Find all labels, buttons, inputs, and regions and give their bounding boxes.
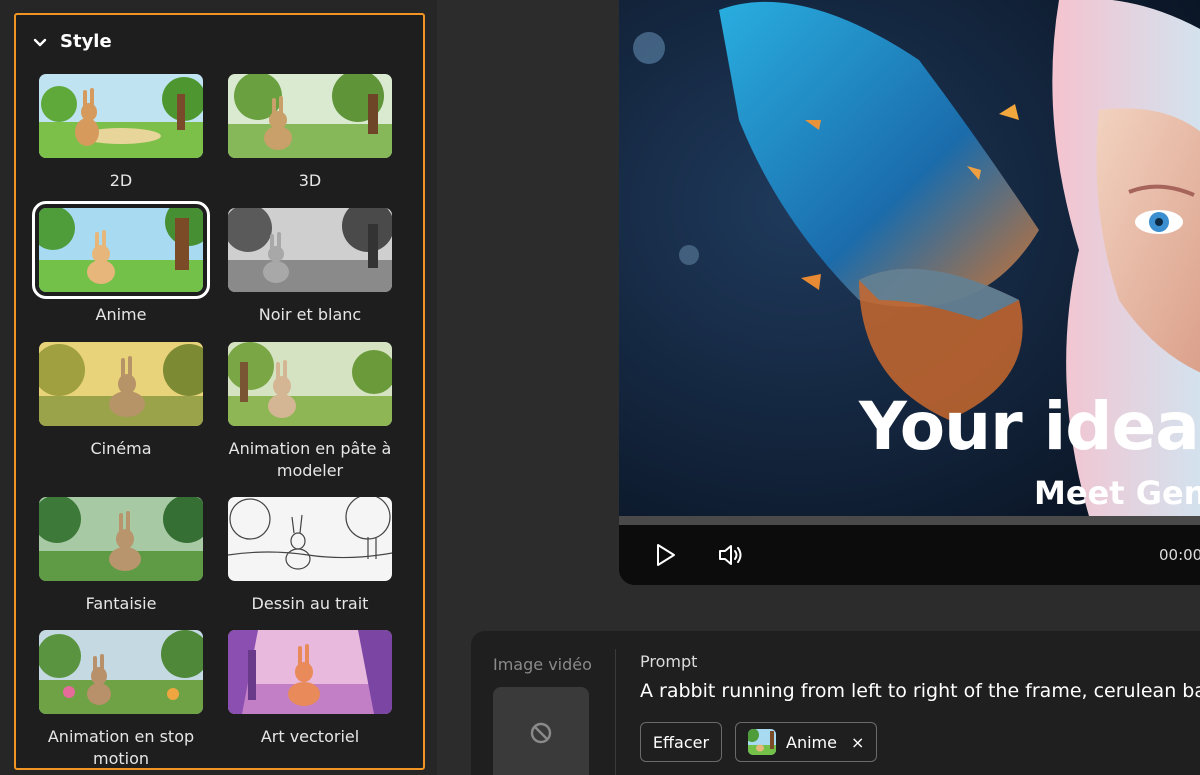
- video-progress-bar[interactable]: [619, 516, 1200, 525]
- video-controls: 00:00: [619, 525, 1200, 585]
- style-thumbnail: [228, 74, 392, 158]
- image-video-label: Image vidéo: [493, 655, 592, 674]
- style-option-noir-et-blanc[interactable]: Noir et blanc: [227, 208, 393, 326]
- style-option-label: Noir et blanc: [258, 305, 362, 324]
- style-thumbnail: [228, 342, 392, 426]
- style-panel: Style 2D 3D Anime Noir et blanc Cinéma A…: [14, 13, 425, 770]
- style-option-cinema[interactable]: Cinéma: [38, 342, 204, 460]
- video-time: 00:00: [1159, 546, 1200, 564]
- style-panel-title: Style: [60, 31, 112, 52]
- chevron-down-icon: [33, 38, 47, 46]
- style-option-3d[interactable]: 3D: [227, 74, 393, 192]
- style-option-stop-motion[interactable]: Animation en stop motion: [38, 630, 204, 768]
- style-chip-anime: Anime ×: [735, 722, 878, 762]
- style-option-label: 2D: [109, 171, 133, 190]
- style-chip-thumbnail: [748, 729, 776, 755]
- style-option-label: Anime: [95, 305, 147, 324]
- disabled-icon: [530, 722, 552, 744]
- video-overlay-title: Your ideas: [859, 388, 1200, 465]
- style-option-label: Dessin au trait: [251, 594, 369, 613]
- prompt-text[interactable]: A rabbit running from left to right of t…: [640, 680, 1200, 702]
- style-thumbnail: [228, 208, 392, 292]
- clear-button[interactable]: Effacer: [640, 722, 722, 762]
- style-option-label: Animation en pâte à modeler: [228, 439, 392, 480]
- style-thumbnail: [39, 497, 203, 581]
- close-icon[interactable]: ×: [851, 733, 864, 752]
- prompt-divider: [615, 649, 616, 775]
- style-option-label: Art vectoriel: [260, 727, 360, 746]
- style-option-label: Fantaisie: [85, 594, 157, 613]
- style-option-2d[interactable]: 2D: [38, 74, 204, 192]
- style-panel-header[interactable]: Style: [32, 31, 112, 52]
- style-thumbnail: [39, 630, 203, 714]
- image-video-slot[interactable]: [493, 687, 589, 775]
- prompt-label: Prompt: [640, 652, 698, 671]
- style-thumbnail: [228, 630, 392, 714]
- video-frame[interactable]: Your ideas Meet Gen: [619, 0, 1200, 516]
- app-root: Style 2D 3D Anime Noir et blanc Cinéma A…: [0, 0, 1200, 775]
- style-option-dessin-au-trait[interactable]: Dessin au trait: [227, 497, 393, 615]
- style-option-art-vectoriel[interactable]: Art vectoriel: [227, 630, 393, 748]
- style-chip-label: Anime: [786, 732, 837, 752]
- volume-icon[interactable]: [715, 539, 747, 571]
- video-player: Your ideas Meet Gen 00:00: [619, 0, 1200, 585]
- style-option-label: Cinéma: [90, 439, 152, 458]
- play-icon[interactable]: [649, 539, 681, 571]
- style-thumbnail: [39, 74, 203, 158]
- style-thumbnail: [39, 342, 203, 426]
- video-overlay-subtitle: Meet Gen: [1034, 474, 1200, 512]
- style-thumbnail: [228, 497, 392, 581]
- style-option-label: Animation en stop motion: [47, 727, 195, 768]
- style-thumbnail: [32, 201, 210, 299]
- style-option-anime[interactable]: Anime: [32, 201, 210, 326]
- style-option-fantaisie[interactable]: Fantaisie: [38, 497, 204, 615]
- prompt-panel: Image vidéo Prompt A rabbit running from…: [471, 631, 1200, 775]
- style-option-pate-a-modeler[interactable]: Animation en pâte à modeler: [227, 342, 393, 482]
- style-option-label: 3D: [298, 171, 322, 190]
